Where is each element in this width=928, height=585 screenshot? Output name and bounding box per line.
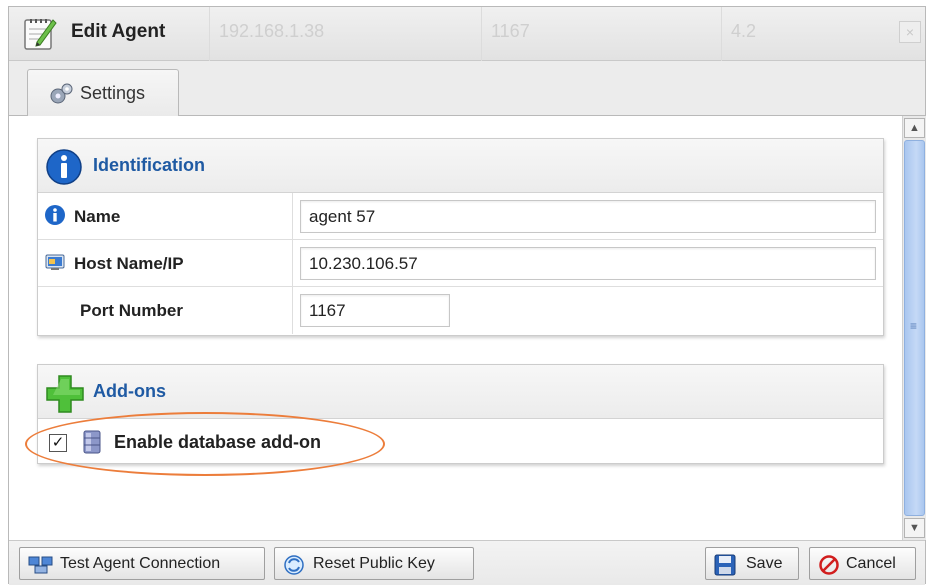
tab-strip: Settings <box>9 61 925 117</box>
port-row: Port Number <box>38 287 883 334</box>
vertical-scrollbar[interactable]: ▲ ≡ ▼ <box>902 116 926 540</box>
ghost-divider <box>481 7 482 61</box>
settings-content: Identification Name agent 57 Host Name/I… <box>9 116 902 540</box>
host-row: Host Name/IP <box>38 240 883 287</box>
scroll-thumb[interactable]: ≡ <box>904 140 925 516</box>
save-label: Save <box>746 555 783 572</box>
gear-icon <box>50 83 73 104</box>
grip-icon: ≡ <box>910 319 918 333</box>
floppy-disk-icon <box>714 554 736 576</box>
button-bar: Test Agent Connection Reset Public Key S… <box>9 540 925 585</box>
name-row: Name <box>38 193 883 240</box>
addons-title: Add-ons <box>93 381 166 401</box>
identification-panel: Identification Name agent 57 Host Name/I… <box>37 138 884 336</box>
port-label: Port Number <box>80 301 183 320</box>
host-label: Host Name/IP <box>74 254 184 273</box>
name-label-cell: Name <box>38 193 293 239</box>
name-field[interactable] <box>300 200 876 233</box>
title-bar[interactable]: Edit Agent 192.168.1.38 1167 4.2 × <box>9 7 925 61</box>
background-row-port: 1167 <box>491 21 530 41</box>
test-agent-connection-label: Test Agent Connection <box>60 555 221 572</box>
reset-public-key-label: Reset Public Key <box>313 555 435 572</box>
tab-settings[interactable]: Settings <box>27 69 179 117</box>
background-row-version: 4.2 <box>731 21 757 41</box>
edit-agent-dialog: Edit Agent 192.168.1.38 1167 4.2 × Setti… <box>8 6 926 585</box>
close-button[interactable]: × <box>899 21 921 43</box>
network-icon <box>28 556 53 574</box>
refresh-icon <box>284 555 304 575</box>
ghost-divider <box>721 7 722 61</box>
identification-title: Identification <box>93 155 205 175</box>
cancel-button[interactable]: Cancel <box>809 547 916 580</box>
addons-header: Add-ons <box>38 365 883 419</box>
cancel-icon <box>819 555 839 575</box>
info-icon <box>46 149 82 185</box>
plus-icon <box>46 375 84 413</box>
reset-public-key-button[interactable]: Reset Public Key <box>274 547 474 580</box>
ghost-divider <box>209 7 210 61</box>
name-label: Name <box>74 207 121 226</box>
edit-notepad-icon <box>24 19 57 50</box>
save-button[interactable]: Save <box>705 547 799 580</box>
tab-settings-label: Settings <box>80 83 146 103</box>
scroll-up-button[interactable]: ▲ <box>904 118 925 138</box>
test-agent-connection-button[interactable]: Test Agent Connection <box>19 547 265 580</box>
port-field[interactable] <box>300 294 450 327</box>
highlight-annotation <box>25 412 385 476</box>
port-label-cell: Port Number <box>38 287 293 334</box>
info-icon <box>45 205 65 225</box>
host-icon <box>45 254 65 270</box>
identification-header: Identification <box>38 139 883 193</box>
host-label-cell: Host Name/IP <box>38 240 293 286</box>
dialog-title: Edit Agent <box>71 21 166 42</box>
scroll-down-button[interactable]: ▼ <box>904 518 925 538</box>
cancel-label: Cancel <box>846 555 896 572</box>
host-field[interactable] <box>300 247 876 280</box>
background-row-ip: 192.168.1.38 <box>219 21 325 41</box>
